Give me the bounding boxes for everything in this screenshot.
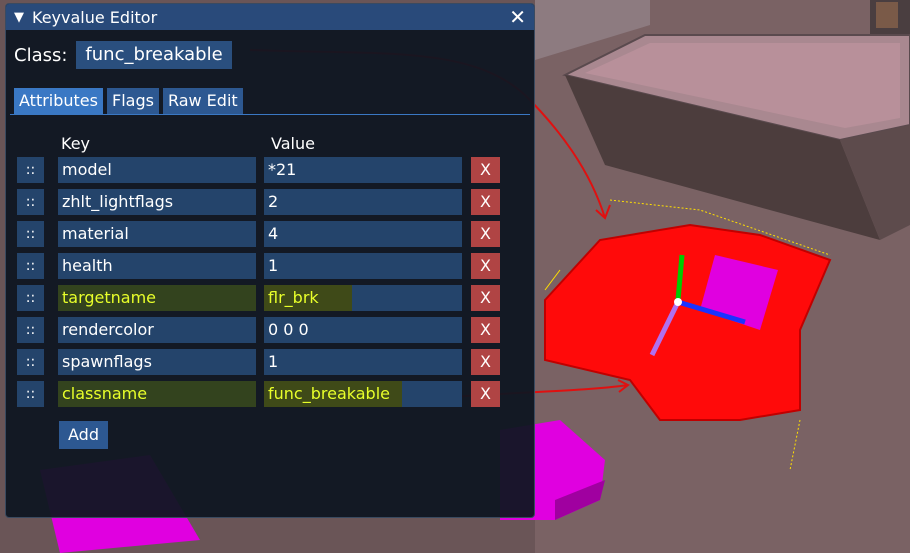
drag-handle-icon[interactable]: :: bbox=[17, 381, 44, 407]
tab-bar: Attributes Flags Raw Edit bbox=[14, 88, 243, 114]
drag-handle-icon[interactable]: :: bbox=[17, 317, 44, 343]
key-column-header: Key bbox=[61, 134, 91, 153]
drag-handle-icon[interactable]: :: bbox=[17, 253, 44, 279]
delete-row-button[interactable]: X bbox=[471, 285, 500, 311]
class-value[interactable]: func_breakable bbox=[76, 41, 232, 69]
delete-row-button[interactable]: X bbox=[471, 253, 500, 279]
tab-divider bbox=[10, 114, 530, 115]
key-field[interactable]: model bbox=[58, 157, 256, 183]
drag-handle-icon[interactable]: :: bbox=[17, 157, 44, 183]
value-field[interactable]: 0 0 0 bbox=[264, 317, 462, 343]
close-icon[interactable]: ✕ bbox=[509, 7, 526, 27]
key-field[interactable]: spawnflags bbox=[58, 349, 256, 375]
value-column-header: Value bbox=[271, 134, 315, 153]
keyvalue-editor-window[interactable]: ▼ Keyvalue Editor ✕ Class: func_breakabl… bbox=[5, 3, 535, 518]
gizmo-center[interactable] bbox=[674, 298, 682, 306]
drag-handle-icon[interactable]: :: bbox=[17, 349, 44, 375]
delete-row-button[interactable]: X bbox=[471, 317, 500, 343]
key-field[interactable]: targetname bbox=[58, 285, 256, 311]
value-field[interactable]: *21 bbox=[264, 157, 462, 183]
wall-light bbox=[876, 2, 898, 28]
window-titlebar[interactable]: ▼ Keyvalue Editor ✕ bbox=[6, 4, 534, 30]
drag-handle-icon[interactable]: :: bbox=[17, 285, 44, 311]
tab-flags[interactable]: Flags bbox=[106, 88, 159, 114]
class-row: Class: func_breakable bbox=[14, 41, 232, 69]
triangle-down-icon[interactable]: ▼ bbox=[14, 10, 24, 25]
tab-attributes[interactable]: Attributes bbox=[14, 88, 103, 114]
value-field[interactable]: 2 bbox=[264, 189, 462, 215]
delete-row-button[interactable]: X bbox=[471, 349, 500, 375]
value-field[interactable]: 4 bbox=[264, 221, 462, 247]
drag-handle-icon[interactable]: :: bbox=[17, 189, 44, 215]
delete-row-button[interactable]: X bbox=[471, 221, 500, 247]
value-field[interactable]: func_breakable bbox=[264, 381, 462, 407]
drag-handle-icon[interactable]: :: bbox=[17, 221, 44, 247]
key-field[interactable]: zhlt_lightflags bbox=[58, 189, 256, 215]
delete-row-button[interactable]: X bbox=[471, 157, 500, 183]
delete-row-button[interactable]: X bbox=[471, 189, 500, 215]
delete-row-button[interactable]: X bbox=[471, 381, 500, 407]
window-title: Keyvalue Editor bbox=[32, 7, 158, 27]
class-label: Class: bbox=[14, 44, 68, 66]
key-field[interactable]: material bbox=[58, 221, 256, 247]
key-field[interactable]: classname bbox=[58, 381, 256, 407]
key-field[interactable]: rendercolor bbox=[58, 317, 256, 343]
key-field[interactable]: health bbox=[58, 253, 256, 279]
value-field[interactable]: 1 bbox=[264, 349, 462, 375]
add-keyvalue-button[interactable]: Add bbox=[59, 421, 108, 449]
tab-raw-edit[interactable]: Raw Edit bbox=[162, 88, 243, 114]
value-field[interactable]: flr_brk bbox=[264, 285, 462, 311]
value-field[interactable]: 1 bbox=[264, 253, 462, 279]
